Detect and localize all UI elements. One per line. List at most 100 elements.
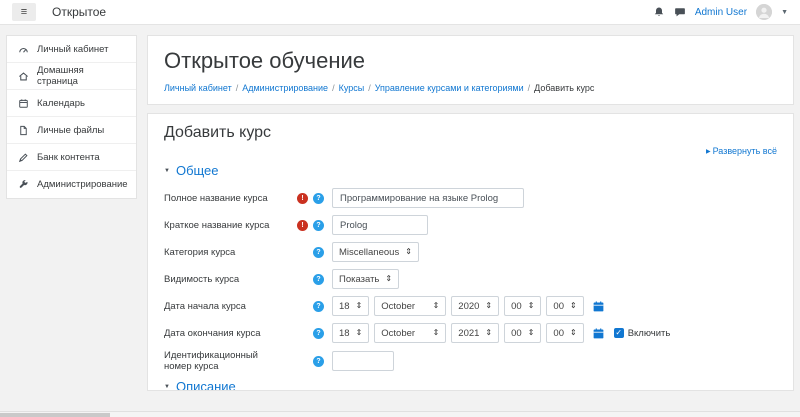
sidebar-item-label: Календарь bbox=[37, 98, 85, 109]
breadcrumb-link-administration[interactable]: Администрирование bbox=[242, 83, 328, 93]
sidebar-item-content-bank[interactable]: Банк контента bbox=[7, 144, 136, 171]
calendar-icon bbox=[18, 98, 29, 109]
enddate-enable-label: Включить bbox=[628, 328, 671, 339]
idnumber-label: Идентификационный номер курса bbox=[164, 350, 286, 372]
top-navbar: ≡ Открытое Admin User ▼ bbox=[0, 0, 800, 25]
sidebar-item-calendar[interactable]: Календарь bbox=[7, 90, 136, 117]
breadcrumb-link-dashboard[interactable]: Личный кабинет bbox=[164, 83, 232, 93]
startdate-label: Дата начала курса bbox=[164, 301, 286, 312]
enddate-day-select[interactable]: 18⇕ bbox=[332, 323, 369, 343]
sidebar-item-dashboard[interactable]: Личный кабинет bbox=[7, 36, 136, 63]
startdate-hour-select[interactable]: 00⇕ bbox=[504, 296, 541, 316]
nav-drawer: Личный кабинет Домашняя страница Календа… bbox=[0, 25, 145, 411]
page-title: Открытое обучение bbox=[164, 48, 777, 74]
breadcrumb-separator: / bbox=[368, 83, 371, 93]
section-header-description[interactable]: ▼ Описание bbox=[164, 379, 777, 391]
enddate-label: Дата окончания курса bbox=[164, 328, 286, 339]
select-caret-icon: ⇕ bbox=[433, 329, 440, 337]
select-caret-icon: ⇕ bbox=[356, 302, 363, 310]
startdate-month-select[interactable]: October⇕ bbox=[374, 296, 446, 316]
scrollbar-thumb[interactable] bbox=[0, 413, 110, 417]
required-icon: ! bbox=[297, 193, 308, 204]
user-menu-name[interactable]: Admin User bbox=[695, 7, 747, 18]
shortname-input[interactable] bbox=[332, 215, 428, 235]
field-row-visibility: Видимость курса ? Показать ⇕ bbox=[164, 269, 777, 289]
add-course-form-card: Добавить курс ▶Развернуть всё ▼ Общее По… bbox=[147, 113, 794, 391]
enddate-year-select[interactable]: 2021⇕ bbox=[451, 323, 499, 343]
enddate-minute-select[interactable]: 00⇕ bbox=[546, 323, 583, 343]
form-title: Добавить курс bbox=[164, 124, 777, 142]
breadcrumb-link-courses[interactable]: Курсы bbox=[339, 83, 365, 93]
section-title: Описание bbox=[176, 379, 236, 391]
help-icon[interactable]: ? bbox=[313, 301, 324, 312]
idnumber-input[interactable] bbox=[332, 351, 394, 371]
startdate-day-select[interactable]: 18⇕ bbox=[332, 296, 369, 316]
select-caret-icon: ⇕ bbox=[570, 329, 577, 337]
shortname-label: Краткое название курса bbox=[164, 220, 286, 231]
field-row-fullname: Полное название курса ! ? bbox=[164, 188, 777, 208]
visibility-label: Видимость курса bbox=[164, 274, 286, 285]
calendar-picker-icon[interactable] bbox=[592, 327, 605, 340]
breadcrumb-separator: / bbox=[332, 83, 335, 93]
select-caret-icon: ⇕ bbox=[405, 248, 412, 256]
user-menu-caret-icon[interactable]: ▼ bbox=[781, 9, 788, 16]
startdate-minute-select[interactable]: 00⇕ bbox=[546, 296, 583, 316]
section-header-general[interactable]: ▼ Общее bbox=[164, 163, 777, 178]
sidebar-item-administration[interactable]: Администрирование bbox=[7, 171, 136, 198]
home-icon bbox=[18, 71, 29, 82]
notifications-bell-icon[interactable] bbox=[653, 6, 665, 18]
help-icon[interactable]: ? bbox=[313, 193, 324, 204]
horizontal-scrollbar[interactable] bbox=[0, 411, 800, 417]
user-avatar[interactable] bbox=[756, 4, 772, 20]
checkbox-checked-icon: ✓ bbox=[614, 328, 624, 338]
enddate-month-select[interactable]: October⇕ bbox=[374, 323, 446, 343]
breadcrumb-separator: / bbox=[236, 83, 239, 93]
visibility-select[interactable]: Показать ⇕ bbox=[332, 269, 399, 289]
enddate-enable-checkbox[interactable]: ✓ Включить bbox=[614, 328, 671, 339]
expand-all-link[interactable]: ▶Развернуть всё bbox=[706, 146, 777, 156]
category-select[interactable]: Miscellaneous ⇕ bbox=[332, 242, 419, 262]
messages-chat-icon[interactable] bbox=[674, 6, 686, 18]
sidebar-item-label: Банк контента bbox=[37, 152, 100, 163]
help-icon[interactable]: ? bbox=[313, 356, 324, 367]
breadcrumb-current: Добавить курс bbox=[534, 83, 594, 93]
help-icon[interactable]: ? bbox=[313, 328, 324, 339]
navbar-right: Admin User ▼ bbox=[653, 4, 788, 20]
brush-icon bbox=[18, 152, 29, 163]
sidebar-item-private-files[interactable]: Личные файлы bbox=[7, 117, 136, 144]
startdate-controls: 18⇕ October⇕ 2020⇕ 00⇕ 00⇕ bbox=[332, 296, 605, 316]
select-caret-icon: ⇕ bbox=[528, 302, 535, 310]
main-content: Открытое обучение Личный кабинет/Админис… bbox=[145, 25, 800, 411]
required-icon: ! bbox=[297, 220, 308, 231]
enddate-hour-select[interactable]: 00⇕ bbox=[504, 323, 541, 343]
site-brand-link[interactable]: Открытое bbox=[52, 5, 106, 19]
section-title: Общее bbox=[176, 163, 219, 178]
fullname-input[interactable] bbox=[332, 188, 524, 208]
expand-all-row: ▶Развернуть всё bbox=[164, 146, 777, 156]
help-icon[interactable]: ? bbox=[313, 247, 324, 258]
select-caret-icon: ⇕ bbox=[356, 329, 363, 337]
enddate-controls: 18⇕ October⇕ 2021⇕ 00⇕ 00⇕ ✓ Включить bbox=[332, 323, 670, 343]
select-caret-icon: ⇕ bbox=[570, 302, 577, 310]
select-caret-icon: ⇕ bbox=[485, 329, 492, 337]
select-caret-icon: ⇕ bbox=[485, 302, 492, 310]
hamburger-icon: ≡ bbox=[21, 6, 27, 18]
help-icon[interactable]: ? bbox=[313, 274, 324, 285]
file-icon bbox=[18, 125, 29, 136]
nav-drawer-list: Личный кабинет Домашняя страница Календа… bbox=[6, 35, 137, 199]
breadcrumb-separator: / bbox=[528, 83, 531, 93]
field-row-startdate: Дата начала курса ? 18⇕ October⇕ 2020⇕ 0… bbox=[164, 296, 777, 316]
calendar-picker-icon[interactable] bbox=[592, 300, 605, 313]
help-icon[interactable]: ? bbox=[313, 220, 324, 231]
select-caret-icon: ⇕ bbox=[528, 329, 535, 337]
field-row-shortname: Краткое название курса ! ? bbox=[164, 215, 777, 235]
breadcrumb-link-manage-courses[interactable]: Управление курсами и категориями bbox=[375, 83, 524, 93]
sidebar-item-home[interactable]: Домашняя страница bbox=[7, 63, 136, 90]
page-header-card: Открытое обучение Личный кабинет/Админис… bbox=[147, 35, 794, 105]
hamburger-menu-button[interactable]: ≡ bbox=[12, 3, 36, 21]
dashboard-icon bbox=[18, 44, 29, 55]
startdate-year-select[interactable]: 2020⇕ bbox=[451, 296, 499, 316]
select-caret-icon: ⇕ bbox=[385, 275, 392, 283]
sidebar-item-label: Личные файлы bbox=[37, 125, 104, 136]
section-caret-icon: ▼ bbox=[164, 168, 170, 174]
